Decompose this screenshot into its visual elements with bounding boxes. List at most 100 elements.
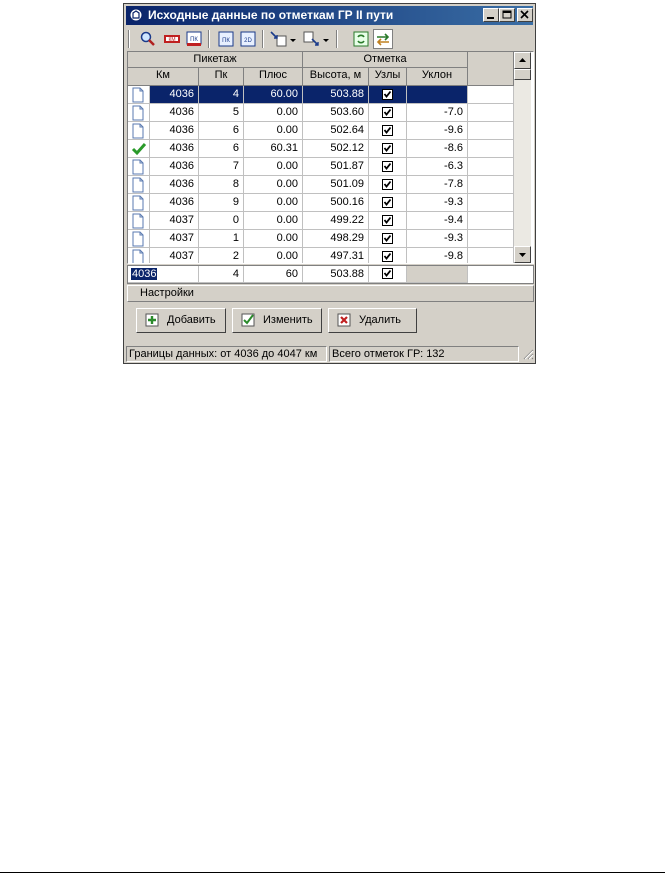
node-cell[interactable]	[369, 230, 407, 248]
vertical-scrollbar[interactable]	[514, 52, 531, 263]
node-cell[interactable]	[369, 176, 407, 194]
slope-cell[interactable]: -9.3	[407, 194, 468, 212]
pk-button[interactable]: ПК	[216, 29, 236, 49]
2d-button[interactable]: 2D	[238, 29, 258, 49]
node-checkbox[interactable]	[382, 233, 393, 244]
km-input[interactable]: 4036	[128, 266, 199, 283]
maximize-button[interactable]	[499, 8, 515, 22]
table-row[interactable]: 4037 0 0.00 499.22 -9.4	[128, 212, 516, 230]
plus-cell[interactable]: 0.00	[244, 194, 303, 212]
plus-cell[interactable]: 60.31	[244, 140, 303, 158]
column-header-slope[interactable]: Уклон	[407, 68, 468, 86]
pk-cell[interactable]: 1	[199, 230, 244, 248]
km-cell[interactable]: 4037	[150, 248, 199, 263]
column-header-km[interactable]: Км	[128, 68, 199, 86]
km-cell[interactable]: 4036	[150, 86, 199, 104]
node-checkbox[interactable]	[382, 143, 393, 154]
export-button[interactable]	[302, 29, 322, 49]
node-checkbox-cell[interactable]	[369, 266, 407, 283]
pk-cell[interactable]: 5	[199, 104, 244, 122]
scroll-thumb[interactable]	[514, 69, 531, 80]
scroll-down-button[interactable]	[514, 246, 531, 263]
plus-cell[interactable]: 0.00	[244, 176, 303, 194]
settings-panel-header[interactable]: Настройки	[127, 285, 534, 302]
slope-cell[interactable]: -9.4	[407, 212, 468, 230]
pk-input[interactable]: 4	[199, 266, 244, 283]
km-cell[interactable]: 4036	[150, 158, 199, 176]
node-checkbox[interactable]	[382, 89, 393, 100]
pk-cell[interactable]: 7	[199, 158, 244, 176]
pk-cell[interactable]: 9	[199, 194, 244, 212]
node-cell[interactable]	[369, 158, 407, 176]
height-cell[interactable]: 497.31	[303, 248, 369, 263]
refresh-button[interactable]	[351, 29, 371, 49]
height-cell[interactable]: 501.09	[303, 176, 369, 194]
node-cell[interactable]	[369, 212, 407, 230]
pk-cell[interactable]: 0	[199, 212, 244, 230]
column-header-pk[interactable]: Пк	[199, 68, 244, 86]
table-row[interactable]: 4036 5 0.00 503.60 -7.0	[128, 104, 516, 122]
node-cell[interactable]	[369, 104, 407, 122]
height-cell[interactable]: 503.88	[303, 86, 369, 104]
pk-cell[interactable]: 8	[199, 176, 244, 194]
plus-cell[interactable]: 0.00	[244, 158, 303, 176]
node-cell[interactable]	[369, 86, 407, 104]
km-cell[interactable]: 4037	[150, 230, 199, 248]
pk-cell[interactable]: 2	[199, 248, 244, 263]
height-cell[interactable]: 502.12	[303, 140, 369, 158]
minimize-button[interactable]	[483, 8, 499, 22]
table-row[interactable]: 4036 7 0.00 501.87 -6.3	[128, 158, 516, 176]
table-row[interactable]: 4037 2 0.00 497.31 -9.8	[128, 248, 516, 263]
node-checkbox[interactable]	[382, 179, 393, 190]
km-cell[interactable]: 4036	[150, 140, 199, 158]
node-cell[interactable]	[369, 140, 407, 158]
slope-cell[interactable]: -7.8	[407, 176, 468, 194]
slope-cell[interactable]: -9.8	[407, 248, 468, 263]
table-row[interactable]: 4036 8 0.00 501.09 -7.8	[128, 176, 516, 194]
node-checkbox[interactable]	[382, 251, 393, 262]
import-dropdown[interactable]	[288, 29, 298, 49]
table-row[interactable]: 4036 6 60.31 502.12 -8.6	[128, 140, 516, 158]
resize-grip[interactable]	[521, 347, 534, 361]
height-input[interactable]: 503.88	[303, 266, 369, 283]
km-ruler-button[interactable]: КМ	[162, 29, 182, 49]
table-row[interactable]: 4036 4 60.00 503.88	[128, 86, 516, 104]
pk-cell[interactable]: 6	[199, 122, 244, 140]
column-header-height[interactable]: Высота, м	[303, 68, 369, 86]
slope-cell[interactable]: -9.3	[407, 230, 468, 248]
height-cell[interactable]: 498.29	[303, 230, 369, 248]
plus-cell[interactable]: 0.00	[244, 248, 303, 263]
node-cell[interactable]	[369, 194, 407, 212]
km-cell[interactable]: 4037	[150, 212, 199, 230]
plus-cell[interactable]: 0.00	[244, 122, 303, 140]
plus-cell[interactable]: 0.00	[244, 230, 303, 248]
column-header-nodes[interactable]: Узлы	[369, 68, 407, 86]
node-checkbox[interactable]	[382, 197, 393, 208]
pk-cell[interactable]: 4	[199, 86, 244, 104]
node-checkbox[interactable]	[382, 215, 393, 226]
delete-button[interactable]: Удалить	[328, 308, 417, 333]
import-button[interactable]	[269, 29, 289, 49]
data-grid[interactable]: Пикетаж Отметка Км Пк Плюс Высота, м Узл…	[127, 51, 534, 264]
height-cell[interactable]: 499.22	[303, 212, 369, 230]
title-bar[interactable]: Исходные данные по отметкам ГР II пути	[126, 6, 533, 25]
pk-ruler-button[interactable]: ПК	[184, 29, 204, 49]
table-row[interactable]: 4037 1 0.00 498.29 -9.3	[128, 230, 516, 248]
sync-button[interactable]	[373, 29, 393, 49]
plus-cell[interactable]: 60.00	[244, 86, 303, 104]
node-checkbox[interactable]	[382, 107, 393, 118]
km-cell[interactable]: 4036	[150, 104, 199, 122]
column-header-plus[interactable]: Плюс	[244, 68, 303, 86]
slope-cell[interactable]	[407, 86, 468, 104]
scroll-up-button[interactable]	[514, 52, 531, 69]
height-cell[interactable]: 501.87	[303, 158, 369, 176]
close-button[interactable]	[517, 8, 533, 22]
node-checkbox[interactable]	[382, 125, 393, 136]
export-dropdown[interactable]	[321, 29, 331, 49]
node-cell[interactable]	[369, 248, 407, 263]
km-cell[interactable]: 4036	[150, 194, 199, 212]
node-checkbox[interactable]	[382, 161, 393, 172]
slope-cell[interactable]: -6.3	[407, 158, 468, 176]
slope-cell[interactable]: -8.6	[407, 140, 468, 158]
table-row[interactable]: 4036 6 0.00 502.64 -9.6	[128, 122, 516, 140]
